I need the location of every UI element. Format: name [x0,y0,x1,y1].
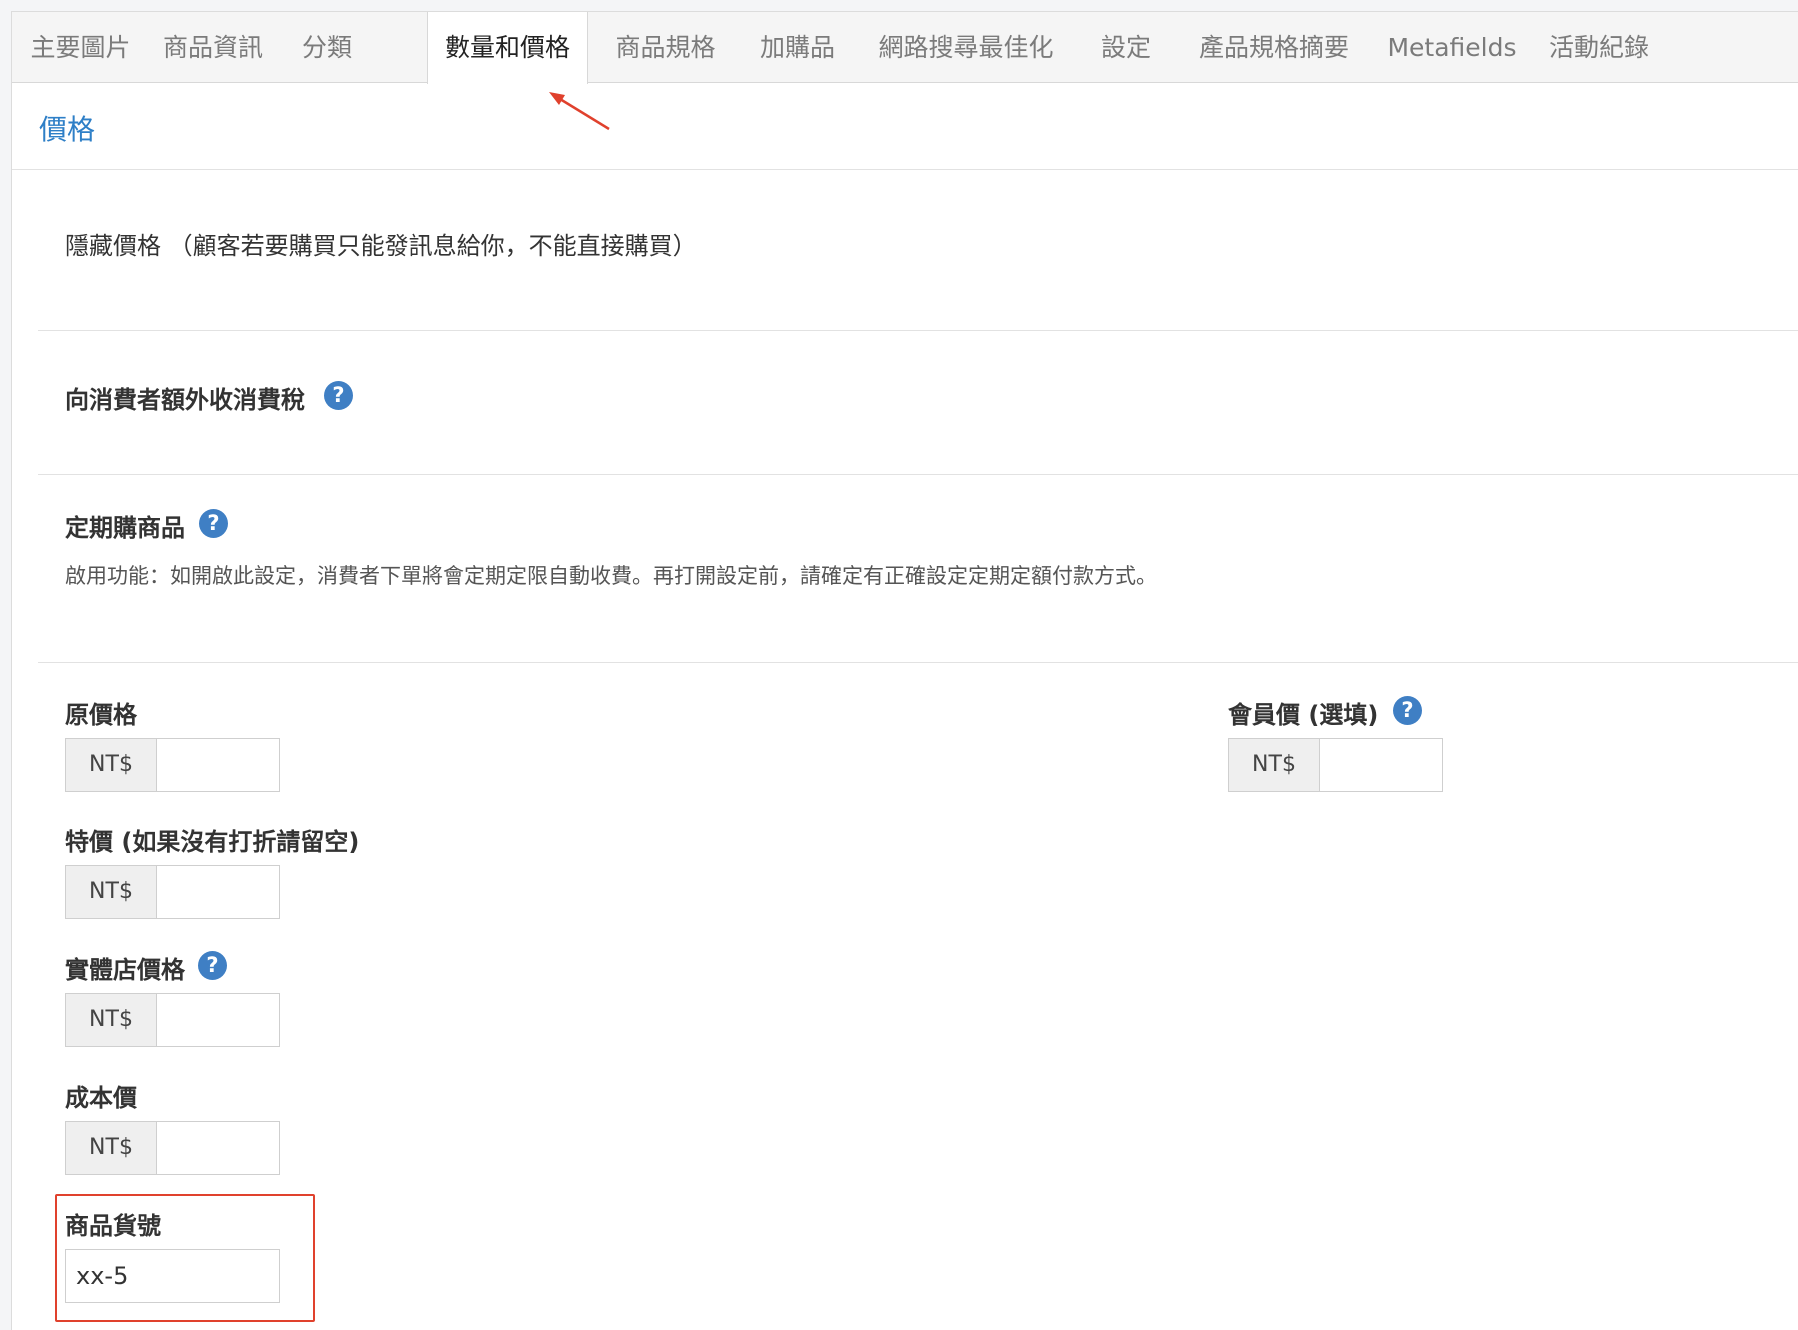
retail-price-label: 實體店價格 [65,956,185,984]
hide-price-label: 隱藏價格 （顧客若要購買只能發訊息給你，不能直接購買） [65,232,697,260]
member-price-label: 會員價 (選填) [1228,701,1379,729]
row-divider [38,474,1798,475]
tab-metafields[interactable]: Metafields [1372,12,1532,82]
tab-settings[interactable]: 設定 [1076,12,1176,82]
sale-price-label: 特價 (如果沒有打折請留空) [65,828,360,856]
subscription-label: 定期購商品 [65,514,185,542]
tab-product-info[interactable]: 商品資訊 [149,12,277,82]
section-title-price: 價格 [39,113,96,146]
currency-addon: NT$ [66,994,157,1046]
question-circle-icon[interactable]: ? [1393,696,1422,725]
cost-price-group: NT$ [65,1121,280,1175]
sale-price-group: NT$ [65,865,280,919]
cost-price-input[interactable] [157,1122,279,1174]
sku-label: 商品貨號 [65,1212,161,1240]
tab-activity-log[interactable]: 活動紀錄 [1532,12,1666,82]
subscription-description: 啟用功能：如開啟此設定，消費者下單將會定期定限自動收費。再打開設定前，請確定有正… [65,564,1157,588]
sku-input[interactable] [65,1249,280,1303]
member-price-group: NT$ [1228,738,1443,792]
sale-price-input[interactable] [157,866,279,918]
row-divider [38,662,1798,663]
tab-add-on-items[interactable]: 加購品 [739,12,856,82]
original-price-input[interactable] [157,739,279,791]
tab-bar: 主要圖片 商品資訊 分類 數量和價格 商品規格 加購品 網路搜尋最佳化 設定 產… [12,12,1798,84]
question-circle-icon[interactable]: ? [198,951,227,980]
currency-addon: NT$ [1229,739,1320,791]
tab-quantity-and-price[interactable]: 數量和價格 [427,12,588,84]
member-price-input[interactable] [1320,739,1442,791]
currency-addon: NT$ [66,739,157,791]
retail-price-group: NT$ [65,993,280,1047]
tax-label: 向消費者額外收消費稅 [65,386,305,414]
question-circle-icon[interactable]: ? [199,509,228,538]
currency-addon: NT$ [66,1122,157,1174]
section-divider [12,169,1798,170]
row-divider [38,330,1798,331]
tab-main-images[interactable]: 主要圖片 [12,12,149,82]
currency-addon: NT$ [66,866,157,918]
tab-seo[interactable]: 網路搜尋最佳化 [856,12,1076,82]
original-price-group: NT$ [65,738,280,792]
retail-price-input[interactable] [157,994,279,1046]
original-price-label: 原價格 [65,701,137,729]
tab-spec-summary[interactable]: 產品規格摘要 [1176,12,1372,82]
tab-product-variations[interactable]: 商品規格 [592,12,739,82]
cost-price-label: 成本價 [65,1084,137,1112]
product-edit-page: 主要圖片 商品資訊 分類 數量和價格 商品規格 加購品 網路搜尋最佳化 設定 產… [11,11,1798,1330]
question-circle-icon[interactable]: ? [324,381,353,410]
tab-categories[interactable]: 分類 [277,12,377,82]
